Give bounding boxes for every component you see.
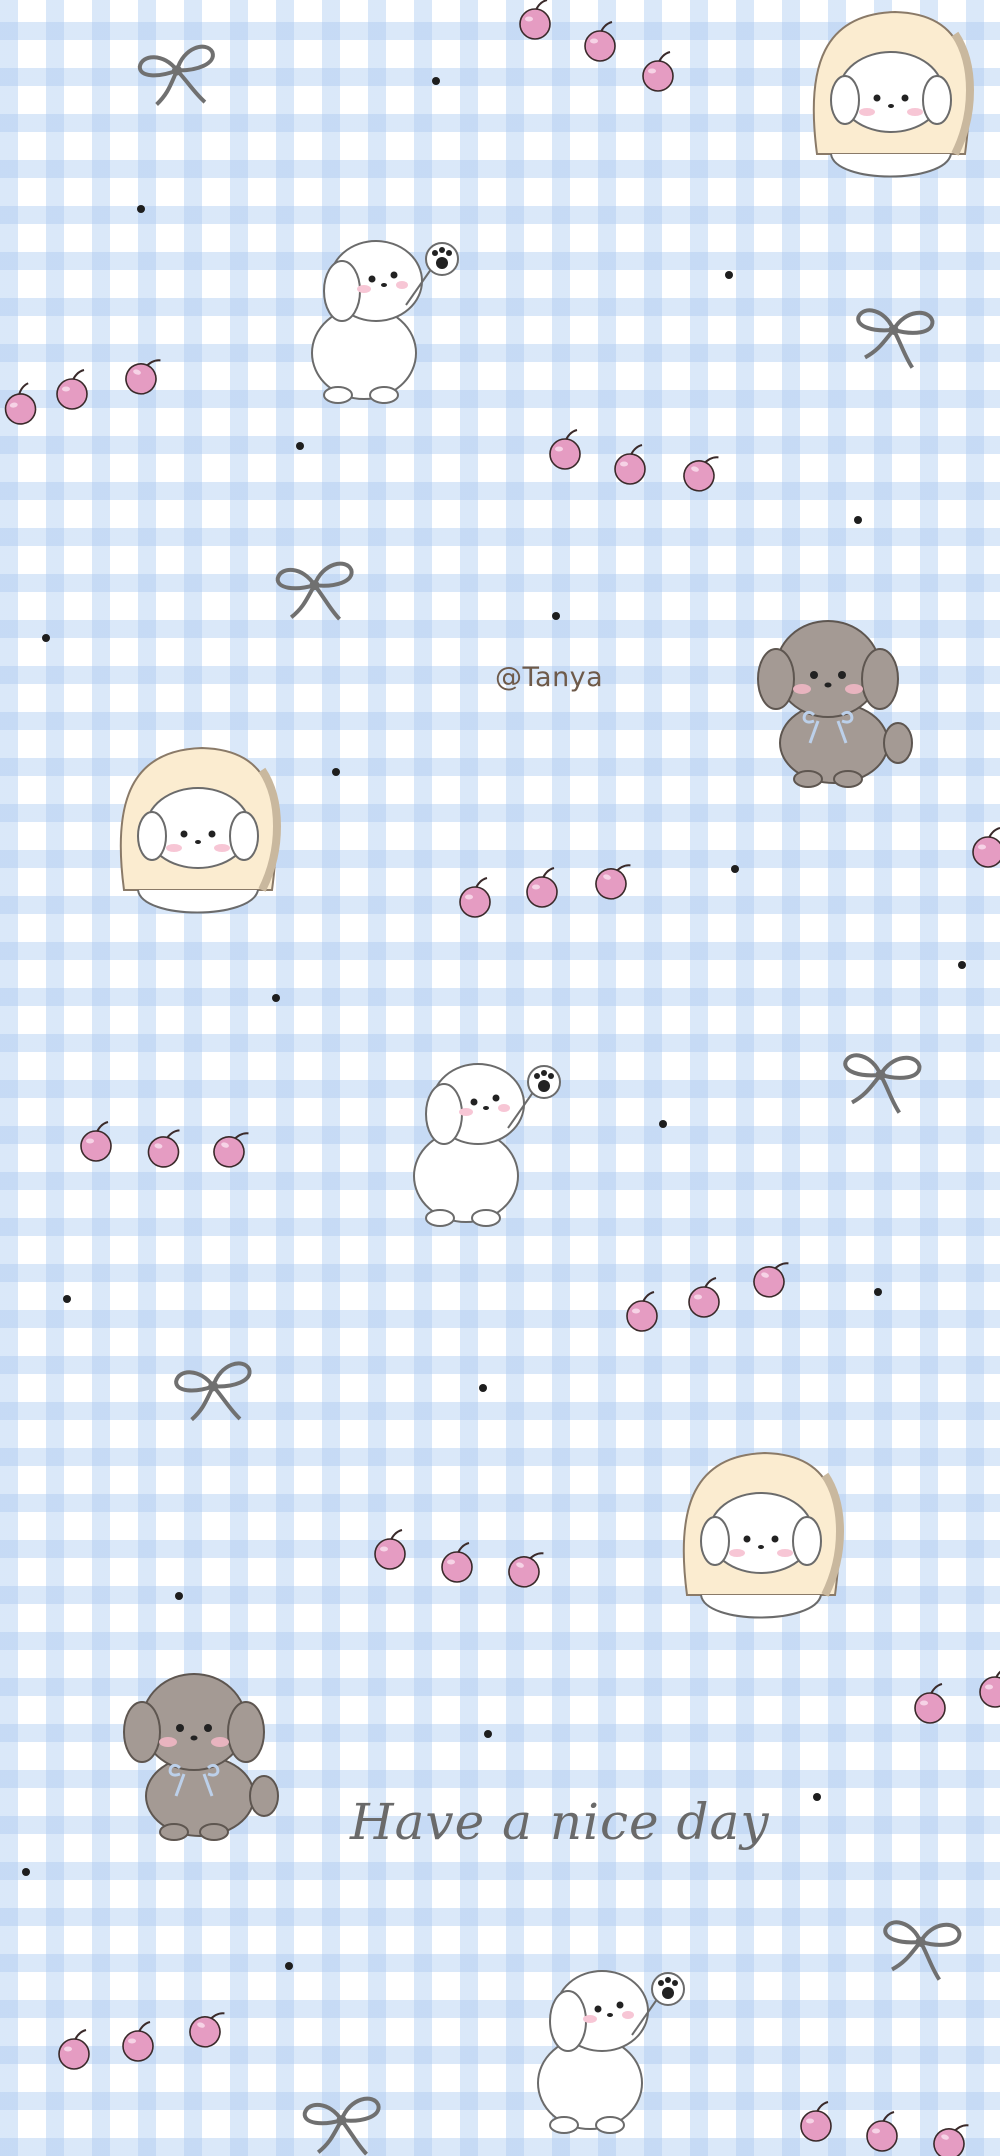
dot-icon xyxy=(874,1288,882,1296)
dot-icon xyxy=(137,205,145,213)
cherry-icon xyxy=(924,2114,976,2156)
cherry-icon xyxy=(52,369,92,412)
grey-puppy-with-ribbon xyxy=(748,603,918,793)
cherry-icon xyxy=(744,1252,796,1305)
cherry-icon xyxy=(622,1291,662,1334)
dot-icon xyxy=(332,768,340,776)
cherry-icon xyxy=(862,2111,902,2154)
cherry-icon xyxy=(975,1668,1000,1710)
puppy-in-toast xyxy=(112,740,287,935)
cherry-icon xyxy=(180,2002,232,2055)
cherry-icon xyxy=(437,1542,477,1585)
cherry-icon xyxy=(204,1122,256,1175)
cherry-icon xyxy=(684,1277,724,1320)
cherry-icon xyxy=(674,446,726,499)
dot-icon xyxy=(63,1295,71,1303)
cherry-icon xyxy=(118,2021,158,2064)
cherry-icon xyxy=(638,51,678,94)
puppy-in-toast xyxy=(805,4,980,199)
bow-icon xyxy=(877,1908,967,1987)
cherry-icon xyxy=(141,1125,188,1173)
cherry-icon xyxy=(610,444,650,487)
wallpaper: @Tanya Have a nice day xyxy=(0,0,1000,2156)
dot-icon xyxy=(272,994,280,1002)
dot-icon xyxy=(285,1962,293,1970)
cherry-icon xyxy=(76,1121,116,1164)
cherry-icon xyxy=(116,349,168,402)
cherry-icon xyxy=(455,877,495,920)
dot-icon xyxy=(484,1730,492,1738)
bow-icon xyxy=(850,296,940,375)
white-puppy-waving xyxy=(520,1955,695,2140)
puppy-in-toast xyxy=(675,1445,850,1640)
cherry-icon xyxy=(370,1529,410,1572)
cherry-icon xyxy=(968,827,1000,870)
greeting-text: Have a nice day xyxy=(350,1793,770,1851)
bow-icon xyxy=(169,1351,262,1434)
cherry-icon xyxy=(580,21,620,64)
grey-puppy-with-ribbon xyxy=(114,1656,284,1846)
dot-icon xyxy=(813,1793,821,1801)
dot-icon xyxy=(42,634,50,642)
dot-icon xyxy=(552,612,560,620)
bow-icon xyxy=(299,2086,389,2156)
dot-icon xyxy=(854,516,862,524)
bow-icon xyxy=(132,33,227,118)
cherry-icon xyxy=(0,382,43,430)
dot-icon xyxy=(296,442,304,450)
cherry-icon xyxy=(515,0,555,42)
cherry-icon xyxy=(54,2029,94,2072)
cherry-icon xyxy=(910,1683,950,1726)
bow-icon xyxy=(272,551,362,630)
white-puppy-waving xyxy=(396,1048,571,1233)
dot-icon xyxy=(731,865,739,873)
cherry-icon xyxy=(586,854,638,907)
dot-icon xyxy=(432,77,440,85)
bow-icon xyxy=(837,1041,927,1120)
dot-icon xyxy=(958,961,966,969)
dot-icon xyxy=(659,1120,667,1128)
watermark-text: @Tanya xyxy=(495,662,604,693)
dot-icon xyxy=(22,1868,30,1876)
dot-icon xyxy=(725,271,733,279)
cherry-icon xyxy=(796,2101,836,2144)
cherry-icon xyxy=(545,429,585,472)
dot-icon xyxy=(175,1592,183,1600)
white-puppy-waving xyxy=(294,225,469,410)
cherry-icon xyxy=(499,1542,551,1595)
cherry-icon xyxy=(522,867,562,910)
dot-icon xyxy=(479,1384,487,1392)
